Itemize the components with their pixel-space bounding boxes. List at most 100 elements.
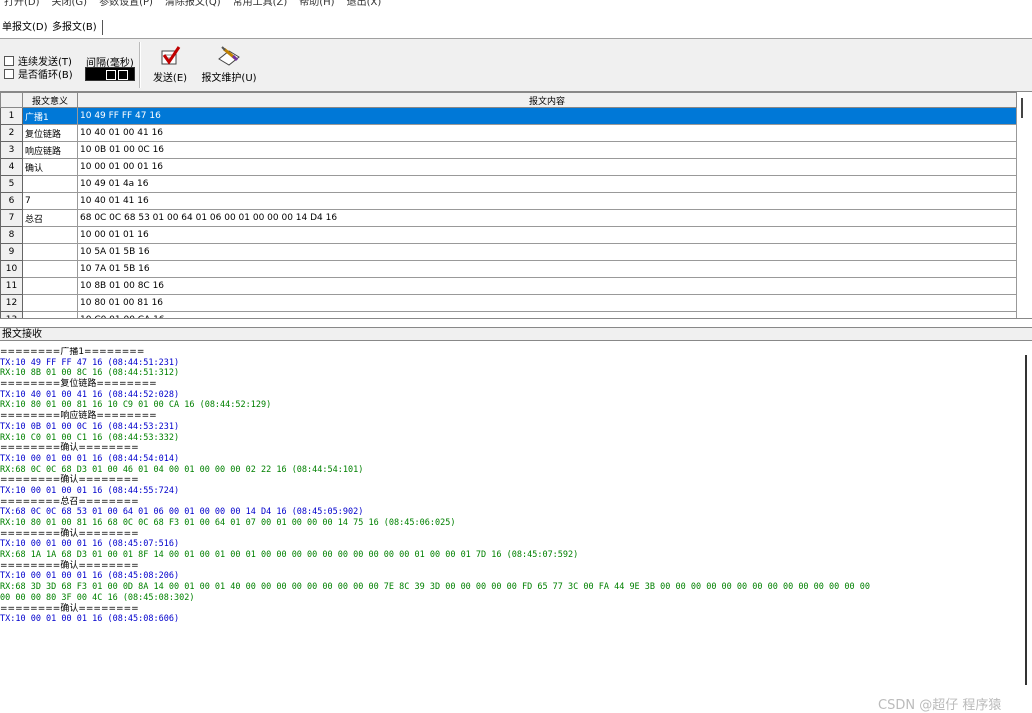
content-cell[interactable]: 10 40 01 00 41 16	[77, 124, 1017, 142]
row-index-cell[interactable]: 13	[0, 311, 23, 318]
send-label: 发送(E)	[152, 73, 188, 84]
menu-item[interactable]: 参数设置(P)	[99, 0, 153, 8]
meaning-cell[interactable]: 总召	[22, 209, 78, 227]
log-tx-line: TX:68 0C 0C 68 53 01 00 64 01 06 00 01 0…	[0, 507, 364, 518]
meaning-cell[interactable]	[22, 294, 78, 312]
table-row[interactable]: 13 10 C0 01 00 CA 16	[0, 311, 1017, 318]
table-scrollbar[interactable]	[1021, 98, 1023, 118]
menu-item[interactable]: 打开(D)	[4, 0, 40, 8]
log-section-header: ========复位链路========	[0, 379, 157, 390]
log-section-header: ========确认========	[0, 443, 139, 454]
log-tx-line: TX:10 49 FF FF 47 16 (08:44:51:231)	[0, 357, 180, 368]
content-cell[interactable]: 68 0C 0C 68 53 01 00 64 01 06 00 01 00 0…	[77, 209, 1017, 227]
content-cell[interactable]: 10 8B 01 00 8C 16	[77, 277, 1017, 295]
row-index-cell[interactable]: 3	[0, 141, 23, 159]
table-row[interactable]: 8 10 00 01 01 16	[0, 226, 1017, 244]
menu-item[interactable]: 退出(X)	[347, 0, 382, 8]
content-cell[interactable]: 10 0B 01 00 0C 16	[77, 141, 1017, 159]
row-index-cell[interactable]: 11	[0, 277, 23, 295]
send-check-icon	[161, 46, 181, 65]
checkbox-box[interactable]	[4, 69, 14, 79]
column-header-meaning[interactable]: 报文意义	[22, 92, 78, 108]
log-section-header: ========确认========	[0, 475, 139, 486]
table-row[interactable]: 5 10 49 01 4a 16	[0, 175, 1017, 193]
log-section-header: ========确认========	[0, 603, 139, 614]
content-cell[interactable]: 10 C0 01 00 CA 16	[77, 311, 1017, 318]
meaning-cell[interactable]	[22, 226, 78, 244]
log-tx-line: TX:10 00 01 00 01 16 (08:45:08:606)	[0, 614, 180, 625]
row-index-cell[interactable]: 10	[0, 260, 23, 278]
meaning-cell[interactable]: 广播1	[22, 107, 78, 125]
log-section-header: ========总召========	[0, 496, 139, 507]
content-cell[interactable]: 10 49 FF FF 47 16	[77, 107, 1017, 125]
maintain-messages-button[interactable]: 报文维护(U)	[201, 45, 257, 84]
column-header-content[interactable]: 报文内容	[77, 92, 1017, 108]
menu-item[interactable]: 常用工具(Z)	[233, 0, 288, 8]
log-rx-line: RX:68 1A 1A 68 D3 01 00 01 8F 14 00 01 0…	[0, 550, 579, 561]
log-rx-line: RX:10 8B 01 00 8C 16 (08:44:51:312)	[0, 368, 180, 379]
content-cell[interactable]: 10 00 01 00 01 16	[77, 158, 1017, 176]
meaning-cell[interactable]	[22, 175, 78, 193]
meaning-cell[interactable]: 确认	[22, 158, 78, 176]
content-cell[interactable]: 10 00 01 01 16	[77, 226, 1017, 244]
row-index-cell[interactable]: 5	[0, 175, 23, 193]
log-rx-line: RX:10 80 01 00 81 16 68 0C 0C 68 F3 01 0…	[0, 518, 456, 528]
log-tx-line: TX:10 00 01 00 01 16 (08:45:08:206)	[0, 571, 180, 582]
tab-single-message[interactable]: 单报文(D)	[2, 20, 48, 35]
meaning-cell[interactable]	[22, 243, 78, 261]
row-index-cell[interactable]: 4	[0, 158, 23, 176]
table-row[interactable]: 1 广播1 10 49 FF FF 47 16	[0, 107, 1017, 125]
table-corner-header	[0, 92, 23, 108]
continuous-send-checkbox[interactable]: 连续发送(T)	[4, 56, 72, 68]
content-cell[interactable]: 10 49 01 4a 16	[77, 175, 1017, 193]
row-index-cell[interactable]: 12	[0, 294, 23, 312]
interval-input[interactable]	[85, 67, 135, 81]
log-scrollbar[interactable]	[1025, 355, 1027, 685]
content-cell[interactable]: 10 7A 01 5B 16	[77, 260, 1017, 278]
log-tx-line: TX:10 00 01 00 01 16 (08:45:07:516)	[0, 539, 180, 550]
row-index-cell[interactable]: 1	[0, 107, 23, 125]
continuous-send-label: 连续发送(T)	[18, 57, 72, 68]
table-row[interactable]: 3 响应链路 10 0B 01 00 0C 16	[0, 141, 1017, 159]
checkbox-box[interactable]	[4, 56, 14, 66]
meaning-cell[interactable]	[22, 260, 78, 278]
loop-checkbox[interactable]: 是否循环(B)	[4, 69, 73, 81]
row-index-cell[interactable]: 8	[0, 226, 23, 244]
row-index-cell[interactable]: 9	[0, 243, 23, 261]
maintain-label: 报文维护(U)	[201, 73, 257, 84]
row-index-cell[interactable]: 2	[0, 124, 23, 142]
log-tx-line: TX:10 0B 01 00 0C 16 (08:44:53:231)	[0, 421, 180, 432]
tab-bar: 单报文(D) 多报文(B)	[0, 17, 1032, 39]
meaning-cell[interactable]: 7	[22, 192, 78, 210]
row-index-cell[interactable]: 6	[0, 192, 23, 210]
menu-item[interactable]: 清除报文(Q)	[165, 0, 221, 8]
meaning-cell[interactable]	[22, 277, 78, 295]
content-cell[interactable]: 10 80 01 00 81 16	[77, 294, 1017, 312]
log-tx-line: TX:10 00 01 00 01 16 (08:44:55:724)	[0, 485, 180, 496]
table-row[interactable]: 7 总召 68 0C 0C 68 53 01 00 64 01 06 00 01 0…	[0, 209, 1017, 227]
meaning-cell[interactable]	[22, 311, 78, 318]
log-tx-line: TX:10 40 01 00 41 16 (08:44:52:028)	[0, 389, 180, 400]
row-index-cell[interactable]: 7	[0, 209, 23, 227]
menu-item[interactable]: 帮助(H)	[299, 0, 334, 8]
content-cell[interactable]: 10 5A 01 5B 16	[77, 243, 1017, 261]
menu-item[interactable]: 关闭(G)	[52, 0, 88, 8]
toolbar: 连续发送(T) 是否循环(B) 间隔(毫秒) 发送(E) 报文维护(U)	[0, 39, 1032, 92]
content-cell[interactable]: 10 40 01 41 16	[77, 192, 1017, 210]
table-row[interactable]: 9 10 5A 01 5B 16	[0, 243, 1017, 261]
log-section-header: ========广播1========	[0, 347, 145, 357]
interval-digit-cell	[106, 70, 116, 80]
meaning-cell[interactable]: 复位链路	[22, 124, 78, 142]
table-row[interactable]: 10 10 7A 01 5B 16	[0, 260, 1017, 278]
table-row[interactable]: 2 复位链路 10 40 01 00 41 16	[0, 124, 1017, 142]
table-row[interactable]: 12 10 80 01 00 81 16	[0, 294, 1017, 312]
table-row[interactable]: 4 确认 10 00 01 00 01 16	[0, 158, 1017, 176]
table-row[interactable]: 6 7 10 40 01 41 16	[0, 192, 1017, 210]
meaning-cell[interactable]: 响应链路	[22, 141, 78, 159]
message-table: 报文意义 报文内容 1 广播1 10 49 FF FF 47 16 2 复位链路 10 4…	[0, 92, 1017, 318]
interval-digit-cell	[118, 70, 128, 80]
table-row[interactable]: 11 10 8B 01 00 8C 16	[0, 277, 1017, 295]
send-button[interactable]: 发送(E)	[152, 45, 188, 84]
tab-multi-message[interactable]: 多报文(B)	[52, 20, 103, 35]
receive-log[interactable]: ========广播1======== TX:10 49 FF FF 47 16 …	[0, 347, 1020, 704]
